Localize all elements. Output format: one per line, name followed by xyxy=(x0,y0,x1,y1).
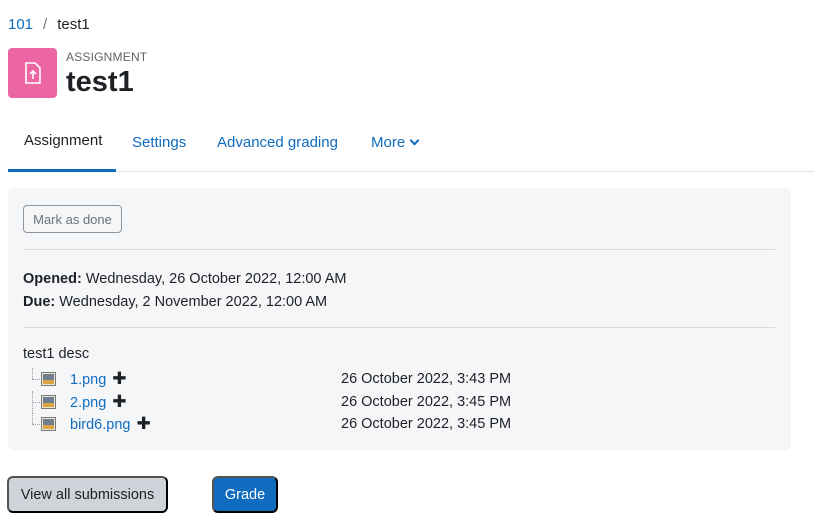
tab-label: Settings xyxy=(132,133,187,151)
tab-more[interactable]: More xyxy=(355,112,434,172)
activity-dates: Opened: Wednesday, 26 October 2022, 12:0… xyxy=(23,268,346,314)
file-name: bird6.png xyxy=(70,417,131,434)
breadcrumb-course-link[interactable]: 101 xyxy=(8,16,33,33)
image-file-icon xyxy=(41,372,56,386)
file-date: 26 October 2022, 3:45 PM xyxy=(341,393,512,410)
opened-label: Opened: xyxy=(23,271,82,287)
file-name: 2.png xyxy=(70,394,107,411)
divider xyxy=(23,327,775,328)
file-name: 1.png xyxy=(70,372,107,389)
image-file-icon xyxy=(41,417,56,431)
assignment-description: test1 desc xyxy=(23,346,90,362)
mark-as-done-button[interactable]: Mark as done xyxy=(23,205,122,233)
plus-icon: ✚ xyxy=(136,414,151,434)
view-all-submissions-button[interactable]: View all submissions xyxy=(7,476,168,513)
opened-value: Wednesday, 26 October 2022, 12:00 AM xyxy=(81,271,347,287)
tab-label: More xyxy=(371,133,406,151)
tab-label: Assignment xyxy=(24,132,103,149)
file-link[interactable]: 1.png ✚ xyxy=(70,369,127,389)
file-date: 26 October 2022, 3:45 PM xyxy=(341,416,512,433)
due-value: Wednesday, 2 November 2022, 12:00 AM xyxy=(55,294,328,310)
plus-icon: ✚ xyxy=(112,391,127,411)
page-title: test1 xyxy=(66,66,134,98)
chevron-down-icon xyxy=(409,135,420,145)
tab-label: Advanced grading xyxy=(217,133,338,151)
file-row: bird6.png ✚ 26 October 2022, 3:45 PM xyxy=(23,413,783,436)
activity-type-label: ASSIGNMENT xyxy=(66,50,148,64)
assignment-intro-panel: Mark as done Opened: Wednesday, 26 Octob… xyxy=(8,188,791,450)
secondary-navigation: Assignment Settings Advanced grading Mor… xyxy=(8,112,814,172)
image-file-icon xyxy=(41,394,56,409)
due-date-row: Due: Wednesday, 2 November 2022, 12:00 A… xyxy=(23,291,346,314)
file-row: 1.png ✚ 26 October 2022, 3:43 PM xyxy=(23,368,783,391)
file-upload-icon xyxy=(8,48,57,98)
tab-assignment[interactable]: Assignment xyxy=(8,112,116,172)
opened-date-row: Opened: Wednesday, 26 October 2022, 12:0… xyxy=(23,268,346,291)
file-link[interactable]: 2.png ✚ xyxy=(70,392,127,412)
due-label: Due: xyxy=(23,294,56,310)
file-date: 26 October 2022, 3:43 PM xyxy=(341,371,512,388)
plus-icon: ✚ xyxy=(112,369,127,389)
file-link[interactable]: bird6.png ✚ xyxy=(70,414,151,434)
file-row: 2.png ✚ 26 October 2022, 3:45 PM xyxy=(23,390,783,413)
grade-button[interactable]: Grade xyxy=(212,476,278,513)
tab-advanced-grading[interactable]: Advanced grading xyxy=(201,112,354,172)
attachment-file-tree: 1.png ✚ 26 October 2022, 3:43 PM 2.png ✚ 2… xyxy=(23,368,783,436)
page-header: ASSIGNMENT test1 xyxy=(8,48,147,99)
breadcrumb-current: test1 xyxy=(57,16,90,33)
tab-settings[interactable]: Settings xyxy=(116,112,202,172)
divider xyxy=(23,249,775,250)
breadcrumb: 101 / test1 xyxy=(8,16,90,33)
breadcrumb-separator: / xyxy=(43,16,48,33)
